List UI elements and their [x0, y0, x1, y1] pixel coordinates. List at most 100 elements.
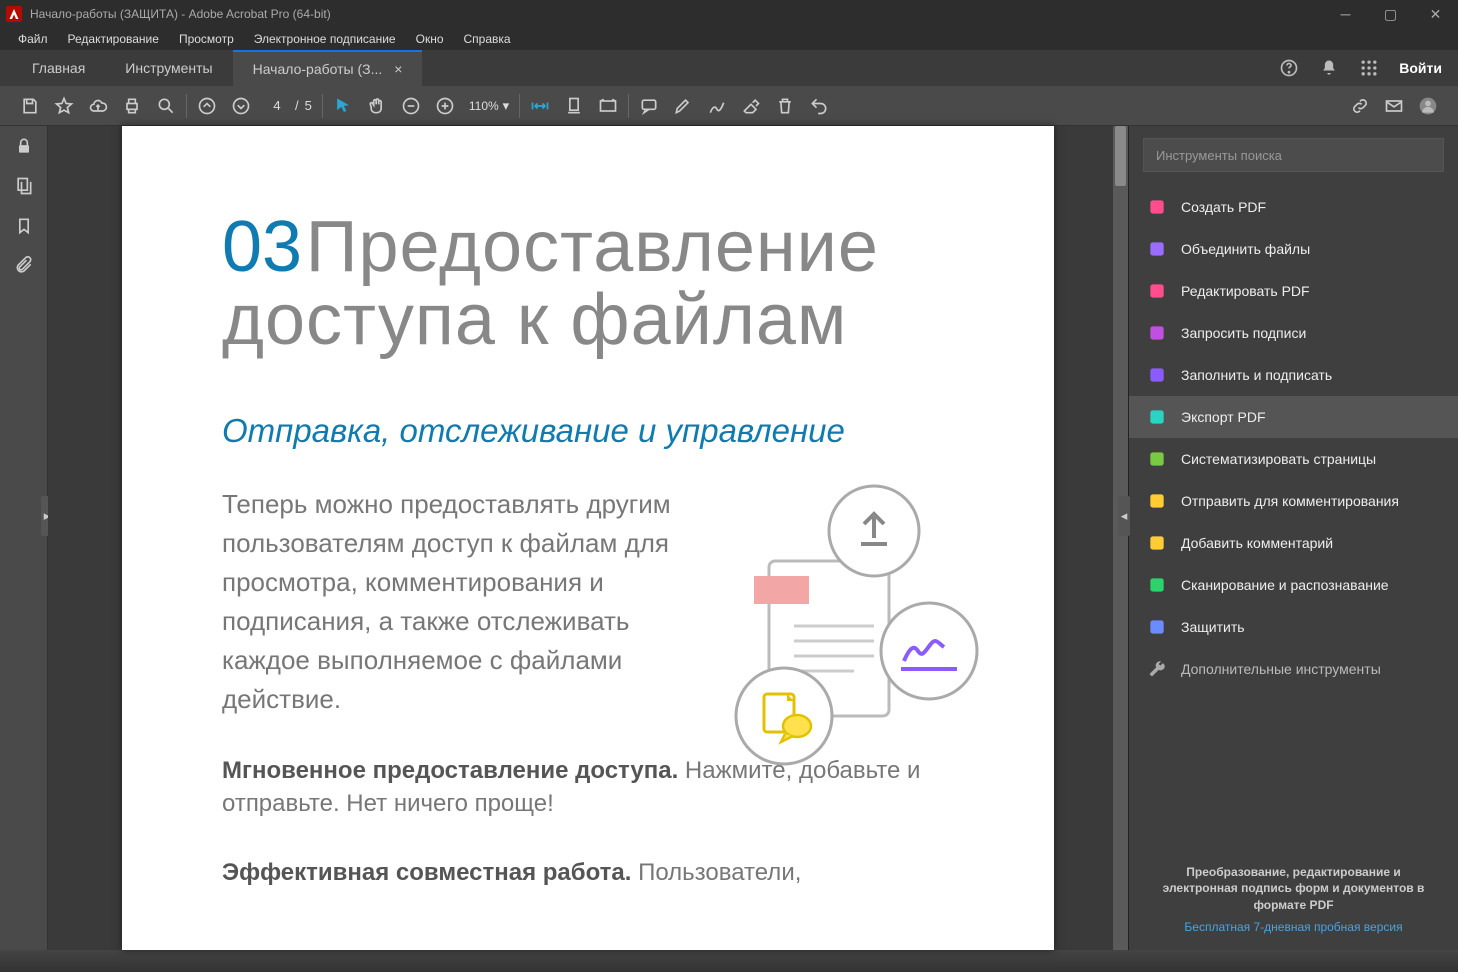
menu-file[interactable]: Файл [10, 30, 56, 48]
menu-esign[interactable]: Электронное подписание [246, 30, 404, 48]
help-icon[interactable] [1279, 58, 1299, 78]
zoom-out-icon[interactable] [401, 96, 421, 116]
wrench-icon [1147, 659, 1167, 679]
fit-width-icon[interactable] [530, 96, 550, 116]
tool-item[interactable]: Систематизировать страницы [1129, 438, 1458, 480]
section-number: 03 [222, 207, 302, 287]
subheading: Отправка, отслеживание и управление [222, 412, 1054, 450]
zoom-dropdown[interactable]: 110% ▾ [469, 98, 509, 114]
tool-icon [1147, 239, 1167, 259]
tool-item[interactable]: Отправить для комментирования [1129, 480, 1458, 522]
page-sep: / [295, 98, 299, 113]
titlebar: Начало-работы (ЗАЩИТА) - Adobe Acrobat P… [0, 0, 1458, 28]
window-title: Начало-работы (ЗАЩИТА) - Adobe Acrobat P… [30, 7, 1323, 21]
trial-link[interactable]: Бесплатная 7-дневная пробная версия [1129, 920, 1458, 938]
p3-text: Пользователи, [631, 859, 801, 886]
delete-icon[interactable] [775, 96, 795, 116]
body-paragraph-3: Эффективная совместная работа. Пользоват… [222, 856, 942, 890]
menu-view[interactable]: Просмотр [171, 30, 242, 48]
tabbar: Главная Инструменты Начало-работы (З... … [0, 50, 1458, 86]
tool-item[interactable]: Добавить комментарий [1129, 522, 1458, 564]
mail-icon[interactable] [1384, 96, 1404, 116]
search-placeholder: Инструменты поиска [1156, 148, 1282, 163]
more-tools[interactable]: Дополнительные инструменты [1129, 648, 1458, 690]
toolbar: / 5 110% ▾ [0, 86, 1458, 126]
hand-icon[interactable] [367, 96, 387, 116]
signin-button[interactable]: Войти [1399, 60, 1442, 76]
tab-tools-label: Инструменты [125, 60, 212, 76]
link-icon[interactable] [1350, 96, 1370, 116]
tool-item[interactable]: Экспорт PDF [1129, 396, 1458, 438]
save-icon[interactable] [20, 96, 40, 116]
right-collapse-handle[interactable]: ◂ [1118, 496, 1130, 536]
maximize-button[interactable]: ▢ [1368, 0, 1413, 28]
profile-icon[interactable] [1418, 96, 1438, 116]
menu-edit[interactable]: Редактирование [60, 30, 167, 48]
app-icon [6, 6, 22, 22]
erase-icon[interactable] [741, 96, 761, 116]
tool-label: Отправить для комментирования [1181, 493, 1399, 509]
tool-item[interactable]: Заполнить и подписать [1129, 354, 1458, 396]
tab-home[interactable]: Главная [12, 50, 105, 86]
tool-label: Запросить подписи [1181, 325, 1306, 341]
bell-icon[interactable] [1319, 58, 1339, 78]
heading-line2: доступа к файлам [222, 279, 1054, 362]
lock-icon[interactable] [14, 136, 34, 156]
tool-label: Объединить файлы [1181, 241, 1310, 257]
tool-icon [1147, 365, 1167, 385]
tool-item[interactable]: Сканирование и распознавание [1129, 564, 1458, 606]
promo-text: Преобразование, редактирование и электро… [1129, 848, 1458, 920]
tool-item[interactable]: Создать PDF [1129, 186, 1458, 228]
scrollbar-thumb[interactable] [1115, 126, 1126, 186]
tool-item[interactable]: Защитить [1129, 606, 1458, 648]
tool-item[interactable]: Объединить файлы [1129, 228, 1458, 270]
vertical-scrollbar[interactable] [1113, 126, 1128, 950]
tool-label: Создать PDF [1181, 199, 1266, 215]
tool-icon [1147, 491, 1167, 511]
left-rail: ▸ [0, 126, 48, 950]
zoom-in-icon[interactable] [435, 96, 455, 116]
close-button[interactable]: ✕ [1413, 0, 1458, 28]
tool-item[interactable]: Редактировать PDF [1129, 270, 1458, 312]
star-icon[interactable] [54, 96, 74, 116]
draw-icon[interactable] [707, 96, 727, 116]
undo-icon[interactable] [809, 96, 829, 116]
print-icon[interactable] [122, 96, 142, 116]
p3-bold: Эффективная совместная работа. [222, 859, 631, 886]
search-icon[interactable] [156, 96, 176, 116]
cloud-icon[interactable] [88, 96, 108, 116]
tool-icon [1147, 617, 1167, 637]
document-viewport[interactable]: 03 Предоставление доступа к файлам Отпра… [48, 126, 1128, 950]
tab-doc-label: Начало-работы (З... [253, 61, 383, 77]
tab-close-icon[interactable]: × [394, 61, 402, 77]
pointer-icon[interactable] [333, 96, 353, 116]
tools-panel: ◂ Инструменты поиска Создать PDF Объедин… [1128, 126, 1458, 950]
bookmark-icon[interactable] [14, 216, 34, 236]
page-up-icon[interactable] [197, 96, 217, 116]
fit-page-icon[interactable] [564, 96, 584, 116]
tool-item[interactable]: Запросить подписи [1129, 312, 1458, 354]
page-down-icon[interactable] [231, 96, 251, 116]
menu-window[interactable]: Окно [408, 30, 452, 48]
page-total: 5 [305, 98, 312, 113]
tool-icon [1147, 281, 1167, 301]
document-page: 03 Предоставление доступа к файлам Отпра… [122, 126, 1054, 950]
tab-tools[interactable]: Инструменты [105, 50, 232, 86]
p2-bold: Мгновенное предоставление доступа. [222, 757, 678, 784]
highlight-icon[interactable] [673, 96, 693, 116]
apps-icon[interactable] [1359, 58, 1379, 78]
taskbar [0, 950, 1458, 972]
tab-document[interactable]: Начало-работы (З... × [233, 50, 423, 86]
read-mode-icon[interactable] [598, 96, 618, 116]
menu-help[interactable]: Справка [456, 30, 519, 48]
page-current-input[interactable] [265, 98, 289, 113]
tool-label: Заполнить и подписать [1181, 367, 1332, 383]
tool-icon [1147, 533, 1167, 553]
attachment-icon[interactable] [14, 256, 34, 276]
minimize-button[interactable]: ─ [1323, 0, 1368, 28]
tool-label: Добавить комментарий [1181, 535, 1333, 551]
tools-search-input[interactable]: Инструменты поиска [1143, 138, 1444, 172]
thumbnails-icon[interactable] [14, 176, 34, 196]
tool-icon [1147, 197, 1167, 217]
comment-icon[interactable] [639, 96, 659, 116]
